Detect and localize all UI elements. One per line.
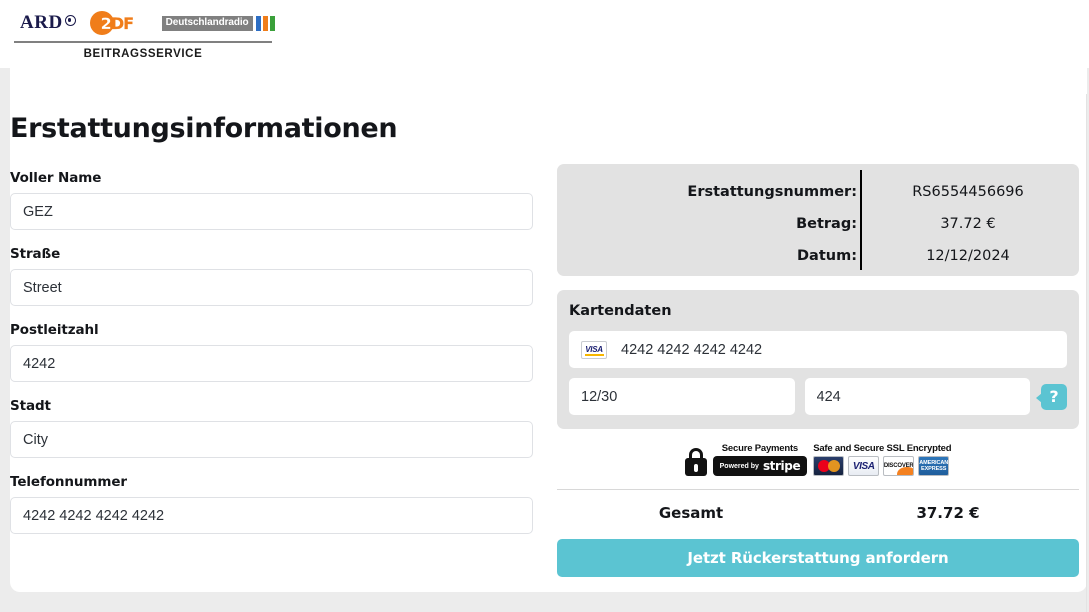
accepted-cards-row: VISA DISCOVER AMERICAN EXPRESS bbox=[813, 456, 951, 476]
info-row-amount: Betrag: 37.72 € bbox=[557, 208, 1079, 240]
field-label-postal-code: Postleitzahl bbox=[10, 322, 99, 338]
field-label-full-name: Voller Name bbox=[10, 170, 102, 186]
total-value: 37.72 € bbox=[916, 504, 980, 522]
visa-logo: VISA bbox=[848, 456, 880, 476]
broadcaster-logo-row: ARD 2DF Deutschlandradio bbox=[14, 8, 294, 38]
totals-divider bbox=[557, 489, 1079, 490]
header-divider bbox=[14, 41, 272, 43]
brand-header: ARD 2DF Deutschlandradio BEITRAGSSERVICE bbox=[14, 8, 294, 63]
phone-input[interactable] bbox=[10, 497, 533, 534]
visa-logo-text: VISA bbox=[852, 460, 875, 472]
ssl-caption: Safe and Secure SSL Encrypted bbox=[813, 443, 952, 454]
eye-icon bbox=[64, 15, 76, 26]
trust-badges: Secure Payments Powered by stripe Safe a… bbox=[557, 443, 1079, 476]
field-label-city: Stadt bbox=[10, 398, 51, 414]
stripe-wordmark: stripe bbox=[762, 459, 801, 473]
field-label-phone: Telefonnummer bbox=[10, 474, 127, 490]
page-root: ARD 2DF Deutschlandradio BEITRAGSSERVICE… bbox=[0, 0, 1089, 612]
field-label-street: Straße bbox=[10, 246, 61, 262]
visa-icon: VISA bbox=[581, 340, 607, 359]
refund-form: Voller Name Straße Postleitzahl Stadt Te… bbox=[10, 170, 535, 550]
card-number-value: 4242 4242 4242 4242 bbox=[621, 341, 763, 358]
card-expiry-input[interactable] bbox=[569, 378, 795, 415]
scrollbar-track[interactable] bbox=[1086, 94, 1087, 612]
city-input[interactable] bbox=[10, 421, 533, 458]
stripe-logo: Powered by stripe bbox=[712, 456, 808, 476]
secure-payments-caption: Secure Payments bbox=[721, 443, 799, 454]
stripe-powered-by-text: Powered by bbox=[719, 462, 759, 470]
card-details-title: Kartendaten bbox=[569, 303, 672, 319]
page-title: Erstattungsinformationen bbox=[10, 113, 398, 144]
field-full-name: Voller Name bbox=[10, 170, 535, 230]
deutschlandradio-logo: Deutschlandradio bbox=[161, 15, 275, 31]
street-input[interactable] bbox=[10, 269, 533, 306]
amex-logo: AMERICAN EXPRESS bbox=[918, 456, 950, 476]
info-key-refund-number: Erstattungsnummer: bbox=[687, 184, 857, 200]
info-key-amount: Betrag: bbox=[796, 216, 857, 232]
mastercard-logo bbox=[813, 456, 845, 476]
info-key-date: Datum: bbox=[797, 248, 857, 264]
discover-logo-text: DISCOVER bbox=[883, 463, 914, 469]
zdf-logo: 2DF bbox=[89, 10, 148, 36]
ard-logo-text: ARD bbox=[20, 12, 63, 33]
card-details-panel: Kartendaten VISA 4242 4242 4242 4242 ? bbox=[557, 290, 1079, 429]
info-panel-separator bbox=[860, 170, 862, 270]
info-value-refund-number: RS6554456696 bbox=[912, 184, 1024, 200]
deutschlandradio-logo-text: Deutschlandradio bbox=[161, 15, 253, 31]
summary-column: Erstattungsnummer: RS6554456696 Betrag: … bbox=[557, 164, 1079, 577]
info-value-amount: 37.72 € bbox=[940, 216, 996, 232]
beitragsservice-label: BEITRAGSSERVICE bbox=[83, 48, 203, 60]
cvc-help-icon[interactable]: ? bbox=[1036, 383, 1067, 410]
postal-code-input[interactable] bbox=[10, 345, 533, 382]
visa-icon-label: VISA bbox=[585, 344, 603, 354]
total-row: Gesamt 37.72 € bbox=[557, 504, 1079, 522]
stripe-badge: Secure Payments Powered by stripe bbox=[712, 443, 808, 476]
info-row-refund-number: Erstattungsnummer: RS6554456696 bbox=[557, 176, 1079, 208]
ssl-badge: Safe and Secure SSL Encrypted VISA DISCO… bbox=[813, 443, 952, 476]
field-postal-code: Postleitzahl bbox=[10, 322, 535, 382]
total-label: Gesamt bbox=[658, 504, 724, 522]
field-city: Stadt bbox=[10, 398, 535, 458]
deutschlandradio-bars-icon bbox=[255, 15, 275, 31]
amex-logo-text: AMERICAN EXPRESS bbox=[919, 460, 949, 472]
visa-icon-bar bbox=[585, 353, 604, 356]
refund-info-panel: Erstattungsnummer: RS6554456696 Betrag: … bbox=[557, 164, 1079, 276]
request-refund-button[interactable]: Jetzt Rückerstattung anfordern bbox=[557, 539, 1079, 577]
card-number-field[interactable]: VISA 4242 4242 4242 4242 bbox=[569, 331, 1067, 368]
field-phone: Telefonnummer bbox=[10, 474, 535, 534]
card-expiry-cvc-row: ? bbox=[569, 378, 1067, 415]
full-name-input[interactable] bbox=[10, 193, 533, 230]
info-value-date: 12/12/2024 bbox=[926, 248, 1010, 264]
info-row-date: Datum: 12/12/2024 bbox=[557, 240, 1079, 272]
field-street: Straße bbox=[10, 246, 535, 306]
ard-logo: ARD bbox=[20, 12, 76, 34]
lock-icon bbox=[684, 448, 707, 476]
card-cvc-input[interactable] bbox=[804, 378, 1030, 415]
discover-logo: DISCOVER bbox=[883, 456, 915, 476]
zdf-logo-text: 2DF bbox=[100, 14, 135, 33]
